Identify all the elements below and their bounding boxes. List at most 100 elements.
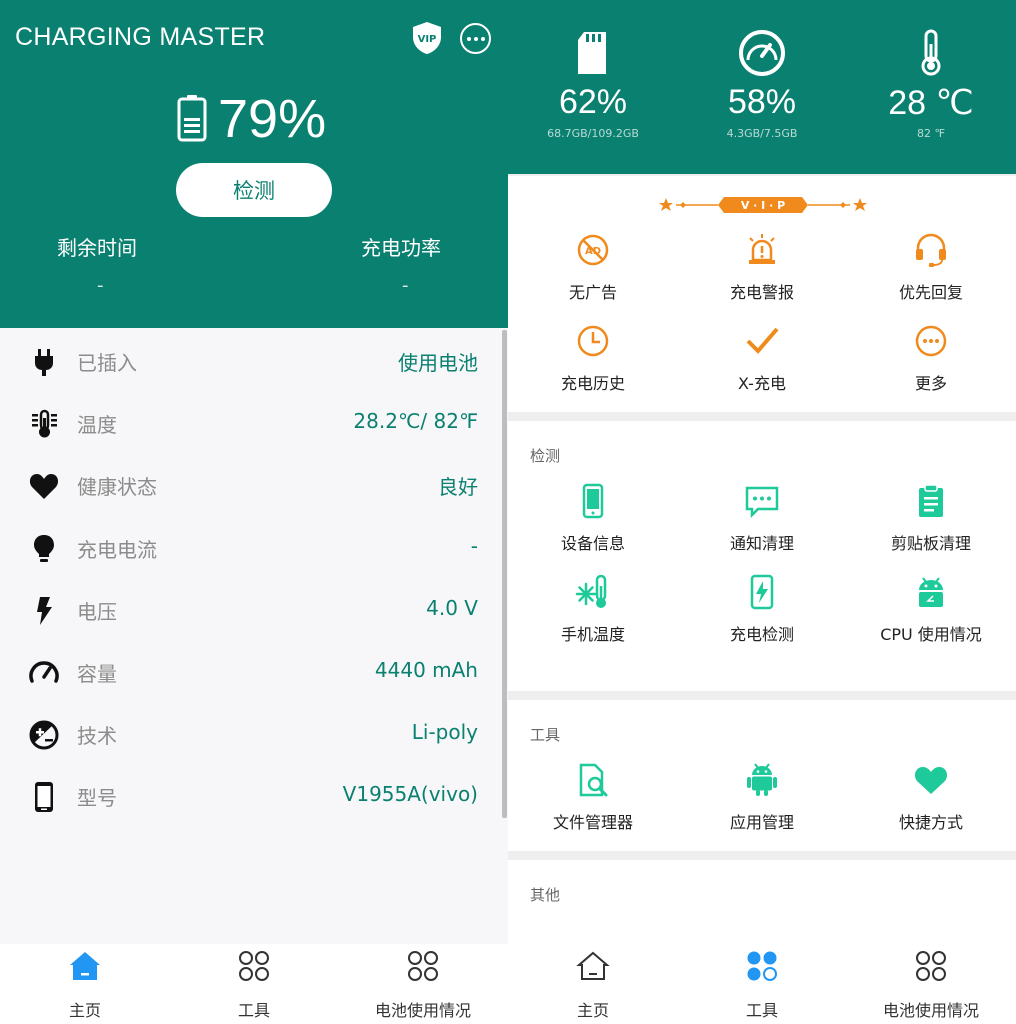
nav-tools[interactable]: 工具 xyxy=(677,944,847,1024)
battery-info-list: 已插入 使用电池 温度 28.2℃/ 82℉ 健康状态 良好 充电电流 - 电压… xyxy=(0,328,508,826)
file-search-icon xyxy=(579,763,608,797)
info-row-health: 健康状态 良好 xyxy=(0,452,508,514)
speedometer-icon xyxy=(739,30,785,76)
scrollbar[interactable] xyxy=(502,330,507,818)
feature-label: 充电警报 xyxy=(729,283,794,302)
nav-home[interactable]: 主页 xyxy=(0,944,170,1024)
app-title: CHARGING MASTER xyxy=(15,23,266,51)
clock-icon xyxy=(577,325,609,357)
tool-label: CPU 使用情况 xyxy=(880,625,982,644)
nav-label: 主页 xyxy=(68,1001,101,1020)
tool-device-info[interactable]: 设备信息 xyxy=(508,483,678,567)
tool-shortcuts[interactable]: 快捷方式 xyxy=(846,762,1016,846)
memory-detail: 4.3GB/7.5GB xyxy=(726,127,798,140)
info-value: 4440 mAh xyxy=(374,657,478,682)
battery-screen: CHARGING MASTER VIP 79% 检测 剩余时间 - 充电功率 -… xyxy=(0,0,508,1024)
tool-label: 文件管理器 xyxy=(552,813,633,832)
tool-notification-cleaner[interactable]: 通知清理 xyxy=(677,483,847,567)
phone-icon xyxy=(582,483,604,519)
info-label: 充电电流 xyxy=(77,537,157,562)
nav-home[interactable]: 主页 xyxy=(508,944,678,1024)
phone-icon xyxy=(35,782,53,813)
temperature-value: 28 ℃ xyxy=(888,84,974,122)
info-value: Li-poly xyxy=(411,720,478,745)
nav-label: 电池使用情况 xyxy=(374,1001,471,1020)
feature-label: 优先回复 xyxy=(898,283,963,302)
info-label: 温度 xyxy=(77,413,117,438)
nav-label: 工具 xyxy=(237,1001,270,1020)
vip-shield-icon[interactable]: VIP xyxy=(411,21,443,55)
tools-screen: 62% 68.7GB/109.2GB 58% 4.3GB/7.5GB 28 ℃ … xyxy=(508,0,1016,1024)
message-icon xyxy=(745,486,779,519)
tool-label: 充电检测 xyxy=(729,625,794,644)
grid-circles-icon xyxy=(747,951,777,981)
grid-circles-icon xyxy=(916,951,946,981)
clipboard-icon xyxy=(919,484,943,517)
section-title: 检测 xyxy=(530,447,561,465)
snowflake-thermometer-icon xyxy=(575,574,607,608)
system-metrics-header: 62% 68.7GB/109.2GB 58% 4.3GB/7.5GB 28 ℃ … xyxy=(508,0,1016,174)
info-row-technology: 技术 Li-poly xyxy=(0,701,508,763)
tool-phone-temperature[interactable]: 手机温度 xyxy=(508,574,678,658)
grid-circles-icon xyxy=(239,951,269,981)
battery-icon xyxy=(177,95,207,142)
info-row-model: 型号 V1955A(vivo) xyxy=(0,763,508,825)
tool-file-manager[interactable]: 文件管理器 xyxy=(508,762,678,846)
heart-icon xyxy=(29,474,59,500)
nav-battery-usage[interactable]: 电池使用情况 xyxy=(846,944,1016,1024)
nav-battery-usage[interactable]: 电池使用情况 xyxy=(338,944,508,1024)
info-row-voltage: 电压 4.0 V xyxy=(0,577,508,639)
more-options-icon[interactable] xyxy=(460,23,491,54)
tool-label: 通知清理 xyxy=(729,534,794,553)
battery-header: CHARGING MASTER VIP 79% 检测 剩余时间 - 充电功率 - xyxy=(0,0,508,328)
section-title: 其他 xyxy=(530,886,561,904)
tool-label: 设备信息 xyxy=(560,534,625,553)
tool-charge-detection[interactable]: 充电检测 xyxy=(677,574,847,658)
alarm-siren-icon xyxy=(749,234,775,264)
plug-icon xyxy=(35,349,53,376)
info-label: 健康状态 xyxy=(77,475,157,500)
info-row-capacity: 容量 4440 mAh xyxy=(0,639,508,701)
tool-label: 手机温度 xyxy=(560,625,625,644)
info-value: 4.0 V xyxy=(426,595,478,620)
tool-label: 快捷方式 xyxy=(898,813,963,832)
feature-label: 无广告 xyxy=(568,283,617,302)
info-value: 28.2℃/ 82℉ xyxy=(353,409,478,434)
tool-clipboard-cleaner[interactable]: 剪贴板清理 xyxy=(846,483,1016,567)
feature-charge-alarm[interactable]: 充电警报 xyxy=(677,232,847,316)
tool-cpu-usage[interactable]: CPU 使用情况 xyxy=(846,574,1016,658)
tool-label: 剪贴板清理 xyxy=(890,534,971,553)
vip-banner: V · I · P xyxy=(659,197,867,213)
bottom-nav: 主页 工具 电池使用情况 xyxy=(508,944,1016,1024)
android-icon xyxy=(747,763,777,796)
heart-icon xyxy=(915,767,947,794)
vip-label: V · I · P xyxy=(741,199,785,212)
feature-charge-history[interactable]: 充电历史 xyxy=(508,323,678,407)
grid-circles-icon xyxy=(408,951,438,981)
nav-label: 工具 xyxy=(745,1001,778,1020)
feature-more[interactable]: 更多 xyxy=(846,323,1016,407)
nav-label: 电池使用情况 xyxy=(882,1001,979,1020)
storage-detail: 68.7GB/109.2GB xyxy=(547,127,639,140)
feature-x-charge[interactable]: X-充电 xyxy=(677,323,847,407)
vip-features-card: V · I · P AD 无广告 充电警报 优先回复 充电历史 X-充电 更多 xyxy=(508,176,1016,412)
remaining-time-value: - xyxy=(97,275,104,296)
info-label: 型号 xyxy=(77,786,117,811)
nav-tools[interactable]: 工具 xyxy=(169,944,339,1024)
tool-app-manager[interactable]: 应用管理 xyxy=(677,762,847,846)
charging-power-value: - xyxy=(402,275,409,296)
temperature-detail: 82 ℉ xyxy=(917,127,945,140)
charging-phone-icon xyxy=(750,574,774,610)
nav-label: 主页 xyxy=(576,1001,609,1020)
tool-label: 应用管理 xyxy=(729,813,794,832)
headset-icon xyxy=(916,233,946,267)
info-label: 电压 xyxy=(77,599,117,624)
info-label: 已插入 xyxy=(77,351,137,375)
info-row-temperature: 温度 28.2℃/ 82℉ xyxy=(0,390,508,452)
feature-priority-reply[interactable]: 优先回复 xyxy=(846,232,1016,316)
feature-no-ads[interactable]: AD 无广告 xyxy=(508,232,678,316)
detect-button[interactable]: 检测 xyxy=(176,163,332,217)
feature-label: 更多 xyxy=(914,374,947,393)
more-icon xyxy=(915,325,947,357)
sd-card-icon xyxy=(578,32,606,74)
